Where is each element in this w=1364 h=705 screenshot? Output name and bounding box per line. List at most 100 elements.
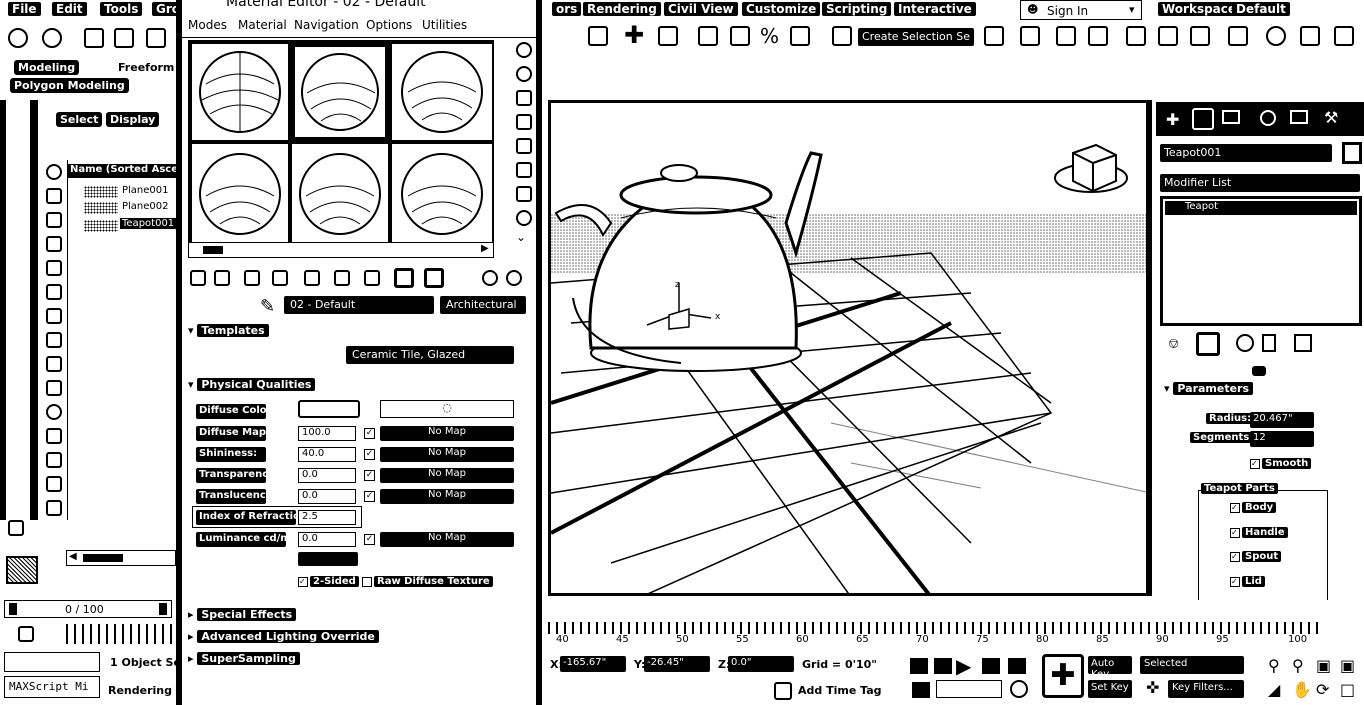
toggle-ribbon-icon[interactable] (1126, 26, 1146, 46)
align-icon[interactable] (1020, 26, 1040, 46)
backlight-icon[interactable] (516, 66, 532, 82)
options-icon[interactable] (516, 186, 532, 202)
translucency-spinner[interactable]: 0.0 (298, 489, 356, 504)
motion-tab-icon[interactable] (1260, 110, 1276, 126)
raw-diffuse-checkbox[interactable] (362, 577, 372, 587)
hierarchy-tab-icon[interactable] (1222, 110, 1240, 124)
bind-spacewarp-icon[interactable] (146, 28, 166, 48)
menu-customize[interactable]: Customize (742, 2, 821, 16)
camera-filter-icon[interactable] (46, 236, 62, 252)
spacewarp-filter-icon[interactable] (46, 284, 62, 300)
me-menu-material[interactable]: Material (238, 18, 287, 32)
zoom-icon[interactable]: ⚲ (1268, 656, 1280, 675)
sample-type-icon[interactable] (516, 42, 532, 58)
zoom-extents-all-icon[interactable]: ▣ (1340, 656, 1355, 675)
unlink-icon[interactable] (114, 28, 134, 48)
go-forward-sibling-icon[interactable] (506, 270, 522, 286)
undo-icon[interactable] (8, 28, 28, 48)
visibility-eye-icon[interactable] (84, 220, 118, 232)
configure-sets-icon[interactable] (1294, 334, 1312, 352)
menu-editors[interactable]: ors (552, 2, 582, 16)
maxscript-listener-top[interactable] (4, 652, 100, 672)
lid-checkbox[interactable]: ✓ (1230, 577, 1240, 587)
explorer-row[interactable]: Teapot001 (70, 218, 177, 234)
invert-display-icon[interactable] (46, 452, 62, 468)
me-menu-modes[interactable]: Modes (188, 18, 227, 32)
eyedropper-icon[interactable]: ✎ (260, 296, 275, 317)
explorer-row[interactable]: Plane001 (70, 184, 176, 200)
translucency-checkbox[interactable]: ✓ (364, 491, 375, 502)
pin-stack-icon[interactable]: ⎊ (1168, 336, 1179, 352)
make-preview-icon[interactable] (516, 162, 532, 178)
scroll-thumb[interactable] (83, 554, 123, 562)
explorer-column-header[interactable]: Name (Sorted Ascend (68, 164, 176, 178)
group-filter-icon[interactable] (46, 308, 62, 324)
create-tab-icon[interactable]: ✚ (1166, 110, 1179, 129)
go-to-end-icon[interactable] (1008, 658, 1026, 674)
show-end-result-icon[interactable] (424, 268, 444, 288)
put-to-library-icon[interactable] (334, 270, 350, 286)
menu-tools[interactable]: Tools (100, 2, 143, 16)
diffuse-map-button[interactable]: No Map (380, 426, 514, 441)
material-editor-icon[interactable] (1228, 26, 1248, 46)
menu-civil-view[interactable]: Civil View (664, 2, 738, 16)
time-prev-icon[interactable] (9, 603, 17, 615)
filter-icon[interactable] (46, 500, 62, 516)
display-none-icon[interactable] (46, 428, 62, 444)
time-tag-icon[interactable] (774, 682, 792, 700)
explorer-row[interactable]: Plane002 (70, 200, 176, 216)
ior-spinner[interactable]: 2.5 (298, 510, 356, 525)
xref-filter-icon[interactable] (46, 332, 62, 348)
current-frame-field[interactable] (936, 680, 1002, 698)
explorer-hscrollbar[interactable]: ◀ (66, 550, 176, 566)
time-next-icon[interactable] (159, 603, 167, 615)
orbit-icon[interactable]: ⟳ (1316, 680, 1329, 699)
object-name-field[interactable]: Teapot001 (1160, 144, 1332, 162)
set-key-big-icon[interactable]: ✚ (1042, 654, 1084, 698)
menu-scripting[interactable]: Scripting (822, 2, 892, 16)
luminance-map-button[interactable]: No Map (380, 532, 514, 547)
y-coordinate-field[interactable]: -26.45" (644, 656, 710, 672)
luminance-spinner[interactable]: 0.0 (298, 532, 356, 547)
menu-rendering[interactable]: Rendering (583, 2, 661, 16)
modifier-list-dropdown[interactable]: Modifier List (1160, 174, 1360, 192)
make-unique-icon[interactable] (1236, 334, 1254, 352)
percent-snap-icon[interactable]: % (760, 26, 780, 46)
sample-slot[interactable] (392, 44, 492, 140)
add-time-tag-button[interactable]: Add Time Tag (798, 684, 882, 697)
background-icon[interactable] (516, 90, 532, 106)
zoom-extents-icon[interactable]: ▣ (1316, 656, 1331, 675)
supersampling-rollout[interactable]: ▸ SuperSampling (188, 652, 300, 665)
stack-item[interactable]: Teapot (1165, 201, 1357, 215)
show-shaded-map-icon[interactable] (394, 268, 414, 288)
viewport-layout-tab[interactable] (6, 556, 38, 584)
menu-edit[interactable]: Edit (52, 2, 87, 16)
material-type-button[interactable]: Architectural (440, 296, 526, 314)
time-slider[interactable]: 0 / 100 (4, 600, 172, 618)
select-place-icon[interactable] (658, 26, 678, 46)
chevron-down-icon[interactable]: ⌄ (516, 230, 526, 244)
sample-slot-active[interactable] (292, 44, 388, 140)
go-to-parent-icon[interactable] (482, 270, 498, 286)
object-color-swatch[interactable] (1342, 142, 1362, 164)
two-sided-checkbox[interactable]: ✓ (298, 577, 308, 587)
sample-slot[interactable] (392, 144, 492, 242)
reset-map-icon[interactable] (272, 270, 288, 286)
rollout-drag-handle[interactable] (1252, 366, 1266, 376)
workspace-selector[interactable]: Default (1232, 2, 1290, 16)
go-to-start-icon[interactable] (910, 658, 928, 674)
render-setup-icon[interactable] (1266, 26, 1286, 46)
toggle-scene-explorer-icon[interactable] (1056, 26, 1076, 46)
select-tab[interactable]: Select (56, 112, 103, 127)
utilities-tab-icon[interactable]: ⚒ (1324, 108, 1338, 127)
luminance-checkbox[interactable]: ✓ (364, 534, 375, 545)
set-key-button[interactable]: Set Key (1088, 680, 1132, 698)
segments-spinner[interactable]: 12 (1250, 431, 1314, 447)
time-configuration-icon[interactable] (1010, 680, 1028, 698)
next-frame-icon[interactable] (982, 658, 1000, 674)
show-end-result-icon[interactable] (1196, 332, 1220, 356)
maximize-viewport-icon[interactable]: □ (1340, 680, 1355, 699)
template-dropdown[interactable]: Ceramic Tile, Glazed (346, 346, 514, 364)
translucency-map-button[interactable]: No Map (380, 489, 514, 504)
trackbar-right[interactable]: 40 45 50 55 60 65 70 75 80 85 90 95 100 (548, 622, 1318, 648)
